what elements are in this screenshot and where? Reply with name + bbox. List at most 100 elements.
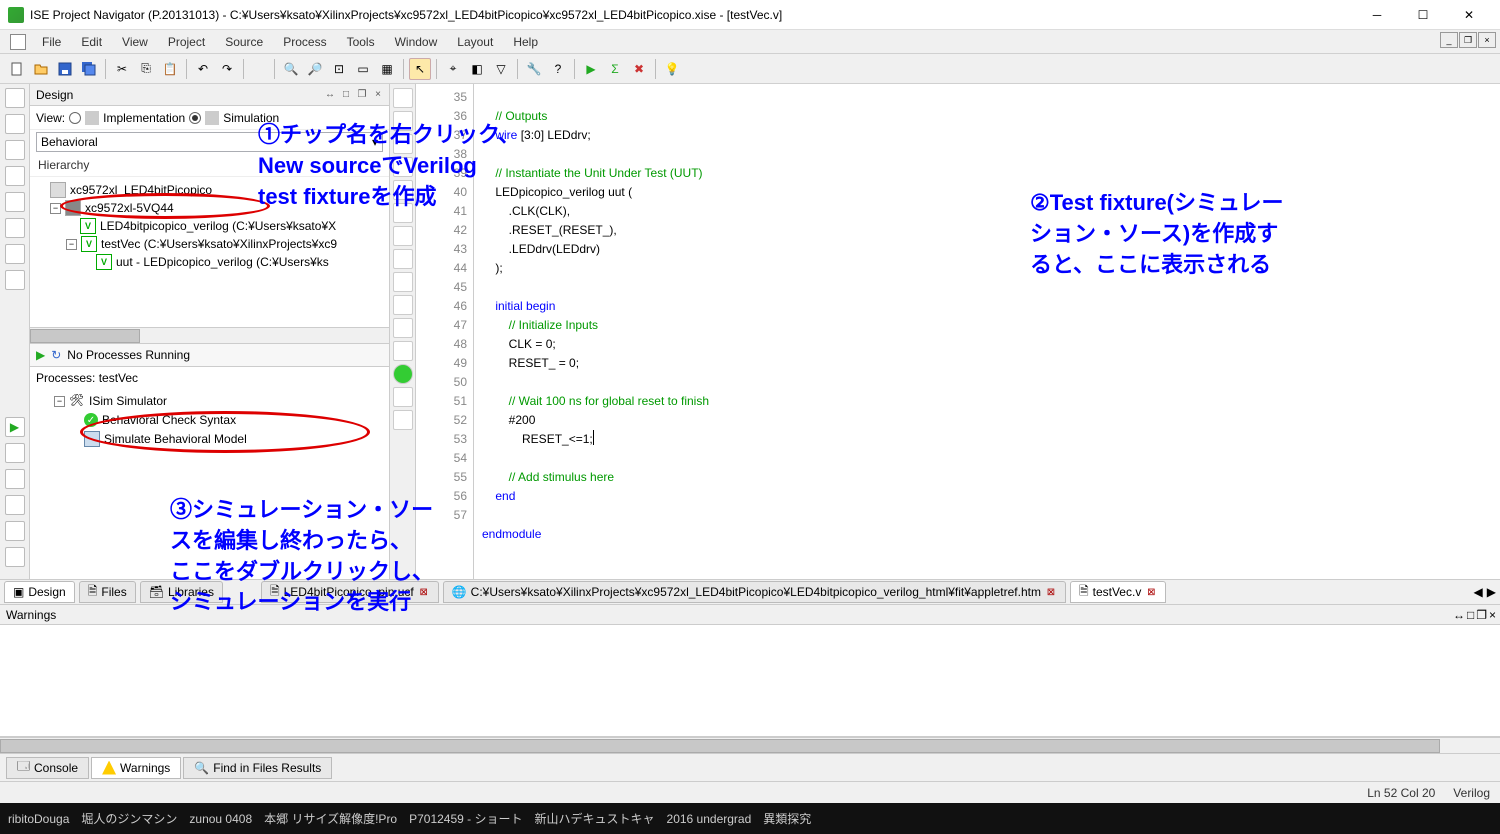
tab-scroll-right[interactable]: ▶	[1487, 585, 1496, 599]
run-button[interactable]: ▶	[580, 58, 602, 80]
ed-btn-7[interactable]	[393, 226, 413, 246]
tab-design[interactable]: ▣Design	[4, 581, 75, 603]
zoom-in-button[interactable]: 🔍	[280, 58, 302, 80]
menu-help[interactable]: Help	[503, 33, 548, 51]
ed-btn-2[interactable]	[393, 111, 413, 131]
cut-button[interactable]: ✂	[111, 58, 133, 80]
tab-htm[interactable]: 🌐C:¥Users¥ksato¥XilinxProjects¥xc9572xl_…	[443, 581, 1066, 603]
undo-button[interactable]: ↶	[192, 58, 214, 80]
lb-8[interactable]	[5, 270, 25, 290]
new-button[interactable]	[6, 58, 28, 80]
lb-10[interactable]	[5, 469, 25, 489]
tree-node-testvec[interactable]: −VtestVec (C:¥Users¥ksato¥XilinxProjects…	[50, 235, 389, 253]
tab-close-icon[interactable]: ⊠	[418, 586, 430, 598]
lb-11[interactable]	[5, 495, 25, 515]
menu-file[interactable]: File	[32, 33, 71, 51]
menu-window[interactable]: Window	[385, 33, 448, 51]
tab-close-icon[interactable]: ⊠	[1045, 586, 1057, 598]
process-check-syntax[interactable]: ✓Behavioral Check Syntax	[54, 411, 389, 429]
process-isim[interactable]: −🛠ISim Simulator	[54, 391, 389, 411]
ed-btn-1[interactable]	[393, 88, 413, 108]
ed-btn-9[interactable]	[393, 272, 413, 292]
lb-2[interactable]	[5, 114, 25, 134]
zoom-area-button[interactable]: ▭	[352, 58, 374, 80]
ed-btn-13[interactable]	[393, 364, 413, 384]
find-button[interactable]: ⌖	[442, 58, 464, 80]
open-button[interactable]	[30, 58, 52, 80]
collapse-icon[interactable]: −	[54, 396, 65, 407]
ed-btn-4[interactable]	[393, 157, 413, 177]
process-simulate[interactable]: Simulate Behavioral Model	[54, 429, 389, 449]
close-button[interactable]: ✕	[1446, 0, 1492, 30]
tab-files[interactable]: 🗎Files	[79, 581, 136, 603]
help-button[interactable]: ?	[547, 58, 569, 80]
mdi-close[interactable]: ×	[1478, 32, 1496, 48]
menu-view[interactable]: View	[112, 33, 158, 51]
mdi-minimize[interactable]: _	[1440, 32, 1458, 48]
bulb-button[interactable]: 💡	[661, 58, 683, 80]
tab-testvec[interactable]: 🗎testVec.v⊠	[1070, 581, 1166, 603]
menu-edit[interactable]: Edit	[71, 33, 112, 51]
highlight-button[interactable]: ◧	[466, 58, 488, 80]
save-button[interactable]	[54, 58, 76, 80]
radio-simulation[interactable]	[189, 112, 201, 124]
ed-btn-14[interactable]	[393, 387, 413, 407]
filter-button[interactable]: ▽	[490, 58, 512, 80]
zoom-fit-button[interactable]: ⊡	[328, 58, 350, 80]
hierarchy-tree[interactable]: xc9572xl_LED4bitPicopico −xc9572xl-5VQ44…	[30, 177, 389, 327]
sim-mode-combo[interactable]: Behavioral ▾	[36, 132, 383, 152]
tab-close-icon[interactable]: ⊠	[1145, 586, 1157, 598]
lb-9[interactable]	[5, 443, 25, 463]
panel-close-icon[interactable]: ×	[371, 88, 385, 102]
lb-12[interactable]	[5, 521, 25, 541]
lb-7[interactable]	[5, 244, 25, 264]
ed-btn-11[interactable]	[393, 318, 413, 338]
ed-btn-6[interactable]	[393, 203, 413, 223]
warnings-body[interactable]	[0, 625, 1500, 737]
pointer-button[interactable]: ↖	[409, 58, 431, 80]
lb-13[interactable]	[5, 547, 25, 567]
menu-process[interactable]: Process	[273, 33, 336, 51]
menu-tools[interactable]: Tools	[337, 33, 385, 51]
tab-libraries[interactable]: 🗃Libraries	[140, 581, 223, 603]
code-editor[interactable]: // Outputs wire [3:0] LEDdrv; // Instant…	[474, 84, 1500, 579]
ed-btn-5[interactable]	[393, 180, 413, 200]
ed-btn-8[interactable]	[393, 249, 413, 269]
btab-console[interactable]: 🗔Console	[6, 757, 89, 779]
stop-button[interactable]: ✖	[628, 58, 650, 80]
panel-max-icon[interactable]: ❐	[1476, 608, 1487, 622]
menu-layout[interactable]: Layout	[447, 33, 503, 51]
lb-1[interactable]	[5, 88, 25, 108]
lb-6[interactable]	[5, 218, 25, 238]
lb-3[interactable]	[5, 140, 25, 160]
btab-warnings[interactable]: Warnings	[91, 757, 181, 779]
btab-find[interactable]: 🔍Find in Files Results	[183, 757, 332, 779]
maximize-button[interactable]: ☐	[1400, 0, 1446, 30]
tab-ucf[interactable]: 🗎LED4bitPicopico_pin.ucf⊠	[261, 581, 439, 603]
minimize-button[interactable]: ─	[1354, 0, 1400, 30]
tree-node-verilog1[interactable]: VLED4bitpicopico_verilog (C:¥Users¥ksato…	[50, 217, 389, 235]
saveall-button[interactable]	[78, 58, 100, 80]
tree-node-project[interactable]: xc9572xl_LED4bitPicopico	[50, 181, 389, 199]
redo-button[interactable]: ↷	[216, 58, 238, 80]
panel-max-icon[interactable]: ❐	[355, 88, 369, 102]
warnings-scrollbar[interactable]	[0, 737, 1500, 753]
paste-button[interactable]: 📋	[159, 58, 181, 80]
panel-arrows-icon[interactable]: ↔	[1453, 608, 1465, 622]
lb-play[interactable]: ▶	[5, 417, 25, 437]
tree-node-uut[interactable]: Vuut - LEDpicopico_verilog (C:¥Users¥ks	[50, 253, 389, 271]
wrench-button[interactable]: 🔧	[523, 58, 545, 80]
menu-source[interactable]: Source	[215, 33, 273, 51]
ed-btn-3[interactable]	[393, 134, 413, 154]
lb-5[interactable]	[5, 192, 25, 212]
layout-button[interactable]: ▦	[376, 58, 398, 80]
panel-float-icon[interactable]: □	[339, 88, 353, 102]
ed-btn-10[interactable]	[393, 295, 413, 315]
ed-btn-15[interactable]	[393, 410, 413, 430]
tab-scroll-left[interactable]: ◀	[1474, 585, 1483, 599]
lb-4[interactable]	[5, 166, 25, 186]
refresh-icon[interactable]: ↻	[51, 348, 61, 362]
panel-close-icon[interactable]: ×	[1489, 608, 1496, 622]
copy-button[interactable]: ⎘	[135, 58, 157, 80]
panel-float-icon[interactable]: □	[1467, 608, 1474, 622]
